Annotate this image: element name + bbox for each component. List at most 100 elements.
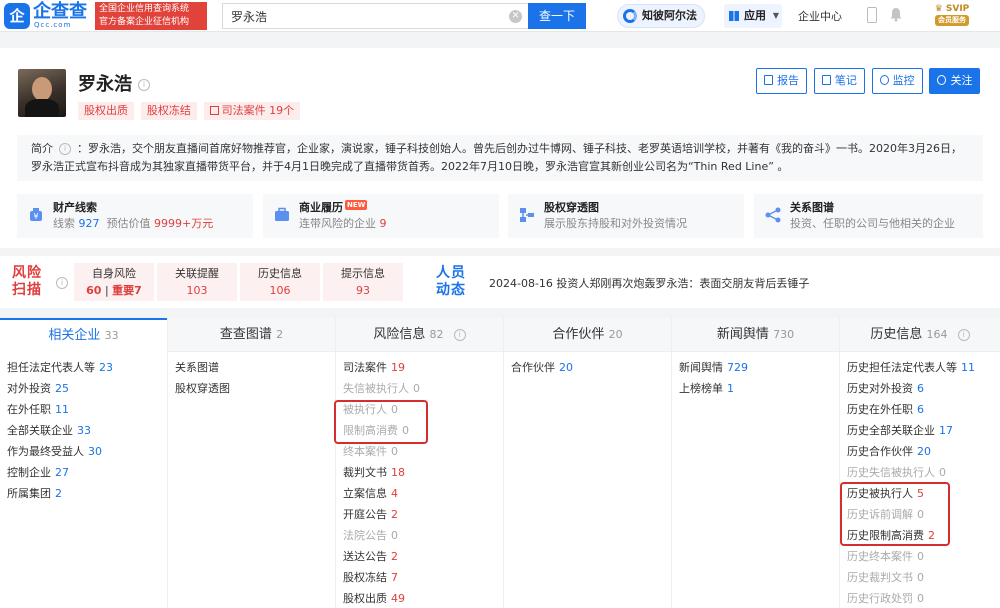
tab-list-item[interactable]: 对外投资 25 [7, 378, 167, 399]
briefcase-icon [275, 207, 289, 221]
tab-list-item[interactable]: 控制企业 27 [7, 462, 167, 483]
bio-section: 简介 i ：罗永浩，交个朋友直播间首席好物推荐官，企业家，演说家，锤子科技创始人。曾… [17, 135, 983, 181]
tab-risk-info: 风险信息 82 i 司法案件 19 失信被执行人 0 被执行人 0 限制高消费 0 终本案件 0 裁… [336, 318, 504, 608]
bell-icon[interactable] [889, 7, 903, 22]
tab-list-item[interactable]: 作为最终受益人 30 [7, 441, 167, 462]
item-count: 30 [88, 445, 102, 458]
tab-item-list: 关系图谱 股权穿透图 [168, 352, 335, 399]
tag-equity-pledge[interactable]: 股权出质 [78, 102, 134, 120]
item-label: 失信被执行人 [343, 382, 409, 395]
mobile-phone-icon[interactable] [867, 7, 877, 23]
card-title-text: 商业履历 [299, 201, 343, 214]
item-count: 2 [55, 487, 62, 500]
tab-list-item[interactable]: 送达公告 2 [343, 546, 503, 567]
tab-list-item[interactable]: 历史裁判文书 0 [847, 567, 1000, 588]
tab-list-item[interactable]: 历史失信被执行人 0 [847, 462, 1000, 483]
tag-judicial-cases[interactable]: 司法案件 19个 [203, 102, 301, 120]
card-relationship-graph[interactable]: 关系图谱 投资、任职的公司与他相关的企业 [754, 194, 983, 238]
search-input[interactable] [223, 4, 528, 28]
monitor-button[interactable]: 监控 [871, 68, 923, 94]
new-badge: NEW [345, 200, 368, 210]
apps-label: 应用 [744, 9, 766, 22]
tab-header[interactable]: 历史信息 164 i [840, 318, 1000, 352]
tab-list-item[interactable]: 历史终本案件 0 [847, 546, 1000, 567]
risk-cell-tips[interactable]: 提示信息 93 [323, 263, 403, 301]
tab-list-item[interactable]: 所属集团 2 [7, 483, 167, 504]
item-label: 历史终本案件 [847, 550, 913, 563]
item-count: 0 [917, 592, 924, 605]
tab-list-item[interactable]: 开庭公告 2 [343, 504, 503, 525]
tab-list-item[interactable]: 股权冻结 7 [343, 567, 503, 588]
info-icon[interactable]: i [138, 79, 150, 91]
card-subtitle: 投资、任职的公司与他相关的企业 [790, 217, 955, 230]
tab-list-item[interactable]: 新闻舆情 729 [679, 357, 839, 378]
tab-list-item[interactable]: 合作伙伴 20 [511, 357, 671, 378]
item-label: 司法案件 [343, 361, 387, 374]
tab-count: 33 [104, 329, 119, 342]
risk-cell-history[interactable]: 历史信息 106 [240, 263, 320, 301]
tab-header[interactable]: 新闻舆情 730 [672, 318, 839, 352]
search-button[interactable]: 查一下 [528, 3, 586, 29]
report-button[interactable]: 报告 [756, 68, 807, 94]
tab-list-item[interactable]: 历史担任法定代表人等 11 [847, 357, 1000, 378]
tab-list-item[interactable]: 上榜榜单 1 [679, 378, 839, 399]
highlight-box-risk [334, 400, 428, 444]
tab-header[interactable]: 查查图谱 2 [168, 318, 335, 352]
tab-item-list: 合作伙伴 20 [504, 352, 671, 378]
item-count: 20 [559, 361, 573, 374]
tab-list-item[interactable]: 历史行政处罚 0 [847, 588, 1000, 608]
item-count: 0 [391, 445, 398, 458]
person-name-text: 罗永浩 [78, 74, 132, 95]
tab-list-item[interactable]: 历史全部关联企业 17 [847, 420, 1000, 441]
tab-header[interactable]: 相关企业 33 [0, 318, 167, 352]
equity-chart-icon [520, 208, 534, 222]
bio-info-icon[interactable]: i [59, 143, 71, 155]
tab-list-item[interactable]: 股权穿透图 [175, 378, 335, 399]
monitor-icon [879, 75, 889, 85]
people-news-link[interactable]: 2024-08-16 投资人郑刚再次炮轰罗永浩：表面交朋友背后丢锤子 [489, 275, 809, 291]
item-label: 全部关联企业 [7, 424, 73, 437]
enterprise-center-link[interactable]: 企业中心 [798, 8, 842, 24]
tab-list-item[interactable]: 股权出质 49 [343, 588, 503, 608]
tab-list-item[interactable]: 裁判文书 18 [343, 462, 503, 483]
qcc-logo-icon[interactable]: 企 [4, 3, 30, 29]
tab-count: 2 [276, 328, 284, 341]
note-button[interactable]: 笔记 [813, 68, 865, 94]
tab-list-item[interactable]: 法院公告 0 [343, 525, 503, 546]
ai-assistant-button[interactable]: 知彼阿尔法 [617, 4, 705, 28]
apps-menu-button[interactable]: 应用 ▼ [724, 4, 782, 28]
tab-list-item[interactable]: 关系图谱 [175, 357, 335, 378]
tab-count: 20 [608, 328, 623, 341]
follow-button[interactable]: 关注 [929, 68, 981, 94]
risk-info-icon[interactable]: i [56, 277, 68, 289]
item-label: 新闻舆情 [679, 361, 723, 374]
info-icon[interactable]: i [957, 328, 970, 341]
svip-membership-button[interactable]: ♛ SVIP 会员服务 [930, 4, 974, 28]
logo-text[interactable]: 企查查 [33, 2, 87, 22]
clear-icon[interactable]: ✕ [509, 10, 522, 23]
tab-header[interactable]: 合作伙伴 20 [504, 318, 671, 352]
tab-list-item[interactable]: 终本案件 0 [343, 441, 503, 462]
tab-list-item[interactable]: 全部关联企业 33 [7, 420, 167, 441]
card-business-history[interactable]: 商业履历 NEW 连带风险的企业 9 [263, 194, 499, 238]
tab-list-item[interactable]: 立案信息 4 [343, 483, 503, 504]
tag-equity-freeze[interactable]: 股权冻结 [140, 102, 197, 120]
info-icon[interactable]: i [453, 328, 466, 341]
tab-list-item[interactable]: 历史合作伙伴 20 [847, 441, 1000, 462]
share-graph-icon [765, 207, 781, 223]
tab-list-item[interactable]: 失信被执行人 0 [343, 378, 503, 399]
item-label: 历史对外投资 [847, 382, 913, 395]
tab-list-item[interactable]: 历史对外投资 6 [847, 378, 1000, 399]
tab-header[interactable]: 风险信息 82 i [336, 318, 503, 352]
card-property-clues[interactable]: ¥ 财产线索 线索 927 预估价值 9999+万元 [17, 194, 253, 238]
risk-cell-self[interactable]: 自身风险 60 | 重要7 [74, 263, 154, 301]
tab-list-item[interactable]: 担任法定代表人等 23 [7, 357, 167, 378]
item-count: 20 [917, 445, 931, 458]
tab-list-item[interactable]: 在外任职 11 [7, 399, 167, 420]
tab-list-item[interactable]: 历史在外任职 6 [847, 399, 1000, 420]
tab-list-item[interactable]: 司法案件 19 [343, 357, 503, 378]
feature-cards: ¥ 财产线索 线索 927 预估价值 9999+万元 商业履历 NEW 连带风险的… [17, 194, 983, 238]
card-equity-penetration[interactable]: 股权穿透图 展示股东持股和对外投资情况 [508, 194, 744, 238]
risk-cell-related[interactable]: 关联提醒 103 [157, 263, 237, 301]
svip-sub-label: 会员服务 [935, 15, 969, 26]
